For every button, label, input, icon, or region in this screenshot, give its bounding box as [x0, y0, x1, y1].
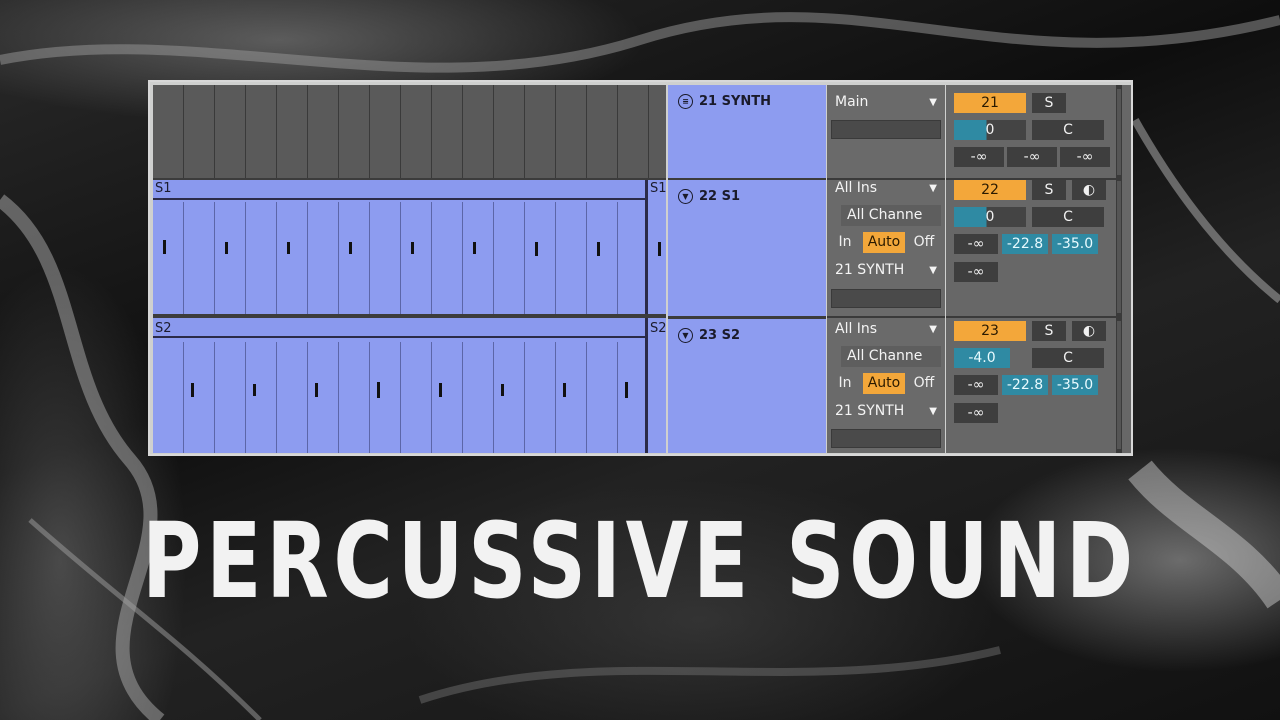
- chevron-down-icon[interactable]: ▼: [678, 189, 693, 204]
- input-channel-value: All Channe: [847, 348, 923, 364]
- midi-clip-s2[interactable]: S2 S2: [153, 318, 667, 453]
- clip-name: S1: [155, 181, 172, 196]
- track-activator-button[interactable]: 21: [954, 93, 1026, 113]
- input-type-value: All Ins: [835, 321, 878, 337]
- midi-note: [411, 242, 414, 254]
- volume-slider[interactable]: 0: [954, 207, 1026, 227]
- meter-peak: -∞: [1060, 147, 1110, 167]
- input-type-select[interactable]: All Ins ▼: [829, 319, 941, 340]
- clip-name-right: S1: [650, 181, 667, 196]
- track-header-s1[interactable]: ▼ 22 S1: [668, 180, 826, 316]
- output-routing-select[interactable]: 21 SYNTH ▼: [829, 260, 941, 281]
- chevron-down-icon: ▼: [929, 97, 937, 108]
- output-routing-value: Main: [835, 94, 869, 110]
- pan-knob[interactable]: C: [1032, 207, 1104, 227]
- meter-peak: -22.8: [1002, 234, 1048, 254]
- meter-peak: -35.0: [1052, 375, 1098, 395]
- midi-note: [349, 242, 352, 254]
- input-type-select[interactable]: All Ins ▼: [829, 178, 941, 199]
- midi-note: [535, 242, 538, 256]
- midi-note: [377, 382, 380, 398]
- video-title: PERCUSSIVE SOUND: [142, 500, 1138, 622]
- solo-button[interactable]: S: [1032, 321, 1066, 341]
- meter-peak: -∞: [954, 147, 1004, 167]
- midi-note: [597, 242, 600, 256]
- track-name: 23 S2: [699, 328, 741, 343]
- record-arm-icon[interactable]: ◐: [1072, 321, 1106, 341]
- monitor-off-button[interactable]: Off: [907, 232, 941, 253]
- monitor-auto-button[interactable]: Auto: [863, 373, 905, 394]
- track-names-column: ≡ 21 SYNTH ▼ 22 S1 ▼ 23 S2: [668, 85, 826, 453]
- midi-clip-s1[interactable]: S1 S1: [153, 180, 667, 314]
- mixer-column: 21 S 0 C -∞ -∞ -∞ 22 S ◐ 0 C -∞ -22.8 -3…: [946, 85, 1131, 453]
- clip-name: S2: [155, 321, 172, 336]
- solo-button[interactable]: S: [1032, 93, 1066, 113]
- output-routing-select[interactable]: Main ▼: [829, 92, 941, 113]
- midi-note: [191, 383, 194, 397]
- monitor-in-button[interactable]: In: [831, 232, 859, 253]
- record-arm-icon[interactable]: ◐: [1072, 180, 1106, 200]
- chevron-down-icon[interactable]: ▼: [678, 328, 693, 343]
- meter-peak: -∞: [954, 234, 998, 254]
- pan-knob[interactable]: C: [1032, 348, 1104, 368]
- input-type-value: All Ins: [835, 180, 878, 196]
- group-fold-icon[interactable]: ≡: [678, 94, 693, 109]
- chevron-down-icon: ▼: [929, 183, 937, 194]
- send-value[interactable]: -∞: [954, 262, 998, 282]
- arrangement-view: S1 S1 S2 S2: [153, 85, 667, 453]
- io-column: Main ▼ All Ins ▼ All Channe In Auto Off …: [827, 85, 945, 453]
- clip-header: [153, 318, 645, 338]
- input-channel-select[interactable]: All Channe: [841, 346, 941, 367]
- clip-header: [153, 180, 645, 200]
- volume-slider[interactable]: 0: [954, 120, 1026, 140]
- monitor-off-button[interactable]: Off: [907, 373, 941, 394]
- output-channel-box[interactable]: [831, 120, 941, 139]
- track-activator-button[interactable]: 23: [954, 321, 1026, 341]
- solo-button[interactable]: S: [1032, 180, 1066, 200]
- midi-note: [163, 240, 166, 254]
- output-channel-box[interactable]: [831, 289, 941, 308]
- chevron-down-icon: ▼: [929, 406, 937, 417]
- midi-note: [225, 242, 228, 254]
- track-name: 21 SYNTH: [699, 94, 772, 109]
- midi-note: [625, 382, 628, 398]
- monitor-auto-button[interactable]: Auto: [863, 232, 905, 253]
- pan-knob[interactable]: C: [1032, 120, 1104, 140]
- output-routing-value: 21 SYNTH: [835, 262, 905, 278]
- ableton-window: S1 S1 S2 S2 ≡ 21 SYNTH ▼ 22 S1 ▼ 23 S2 M…: [148, 80, 1133, 456]
- input-channel-select[interactable]: All Channe: [841, 205, 941, 226]
- output-routing-value: 21 SYNTH: [835, 403, 905, 419]
- meter-peak: -∞: [1007, 147, 1057, 167]
- midi-note: [563, 383, 566, 397]
- chevron-down-icon: ▼: [929, 265, 937, 276]
- meter-peak: -∞: [954, 375, 998, 395]
- track-name: 22 S1: [699, 189, 741, 204]
- meter-peak: -35.0: [1052, 234, 1098, 254]
- clip-name-right: S2: [650, 321, 667, 336]
- chevron-down-icon: ▼: [929, 324, 937, 335]
- send-value[interactable]: -∞: [954, 403, 998, 423]
- midi-note: [501, 384, 504, 396]
- group-track-lane: [153, 85, 666, 178]
- midi-note: [473, 242, 476, 254]
- meter-peak: -22.8: [1002, 375, 1048, 395]
- midi-note: [658, 242, 661, 256]
- track-activator-button[interactable]: 22: [954, 180, 1026, 200]
- output-channel-box[interactable]: [831, 429, 941, 448]
- input-channel-value: All Channe: [847, 207, 923, 223]
- monitor-in-button[interactable]: In: [831, 373, 859, 394]
- midi-note: [253, 384, 256, 396]
- track-header-s2[interactable]: ▼ 23 S2: [668, 319, 826, 453]
- midi-note: [287, 242, 290, 254]
- midi-note: [439, 383, 442, 397]
- track-header-synth[interactable]: ≡ 21 SYNTH: [668, 85, 826, 178]
- output-routing-select[interactable]: 21 SYNTH ▼: [829, 401, 941, 422]
- midi-note: [315, 383, 318, 397]
- volume-slider[interactable]: -4.0: [954, 348, 1010, 368]
- vertical-scrollbar[interactable]: [1116, 85, 1122, 453]
